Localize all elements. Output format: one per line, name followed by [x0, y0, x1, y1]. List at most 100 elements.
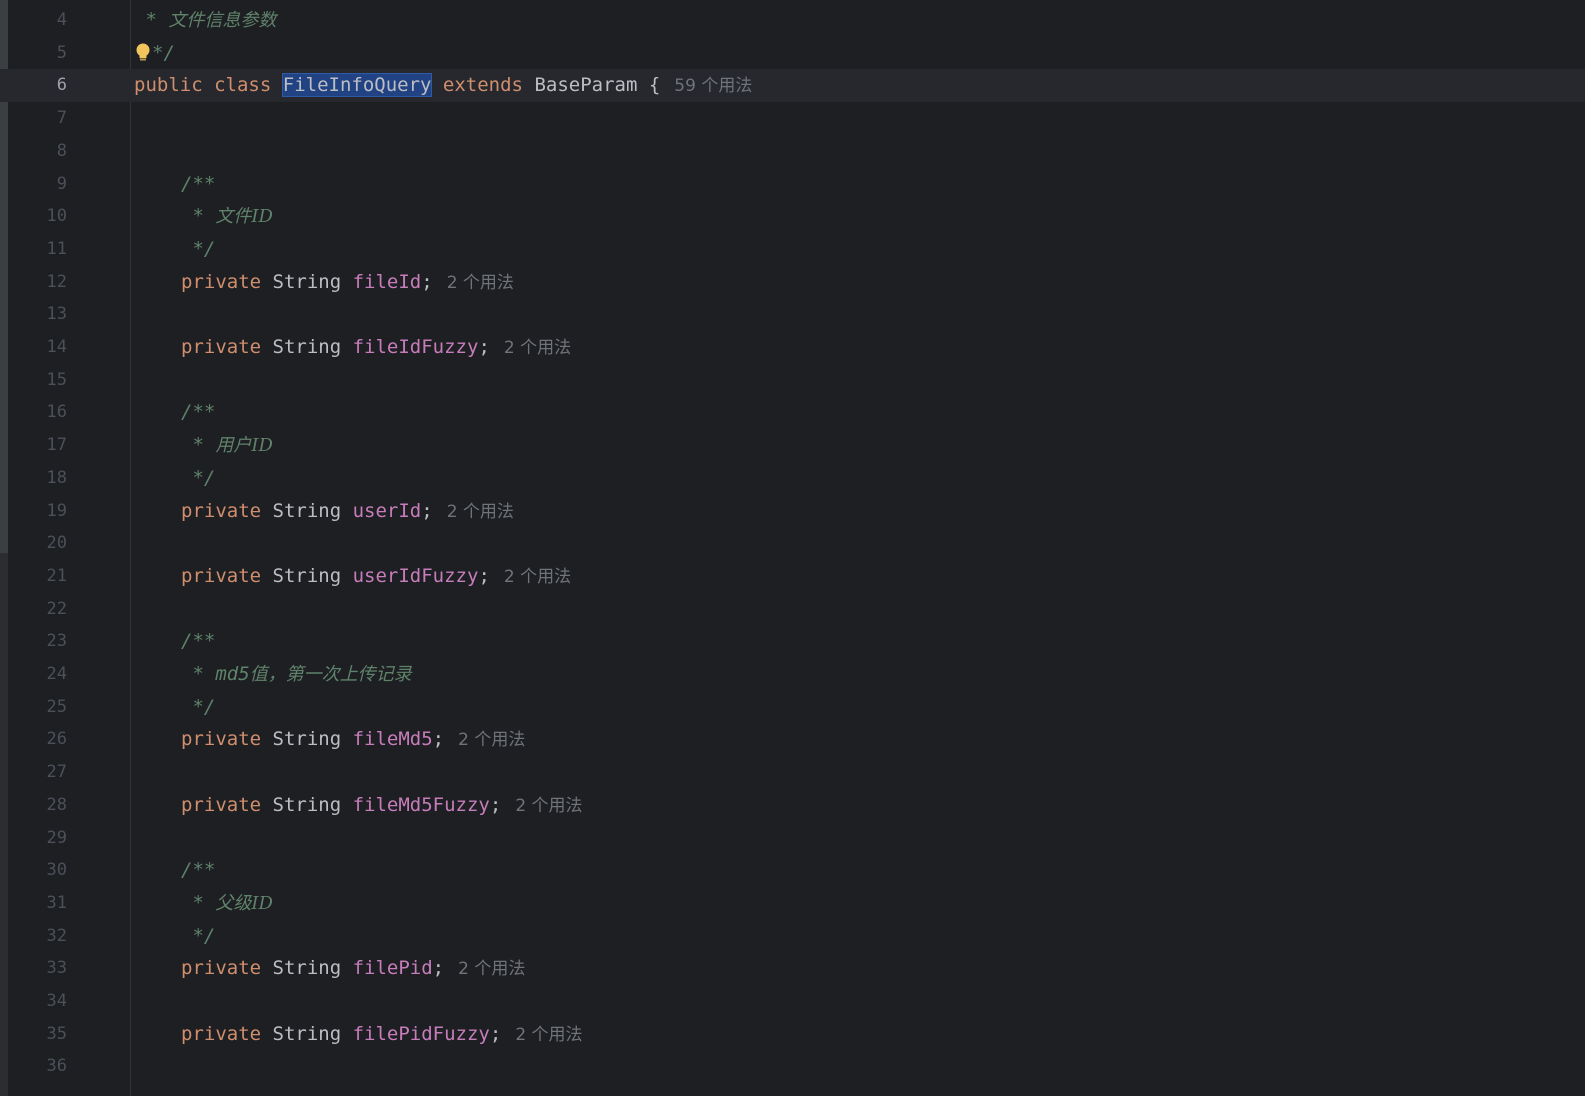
- comment-text[interactable]: *: [181, 205, 215, 227]
- usage-hint-link[interactable]: 2 个用法: [458, 959, 525, 979]
- code-line-4[interactable]: 4 * 文件信息参数: [0, 4, 1585, 37]
- code-line-14[interactable]: 14 private String fileIdFuzzy; 2 个用法: [0, 331, 1585, 364]
- code-line-24[interactable]: 24 * md5值，第一次上传记录: [0, 658, 1585, 691]
- code-line-36[interactable]: 36: [0, 1050, 1585, 1083]
- code-line-15[interactable]: 15: [0, 364, 1585, 397]
- field-name[interactable]: fileIdFuzzy: [353, 336, 479, 358]
- code-line-10[interactable]: 10 * 文件ID: [0, 200, 1585, 233]
- code-text[interactable]: */: [181, 691, 215, 724]
- code-token[interactable]: ;: [433, 957, 444, 979]
- code-token[interactable]: ;: [421, 500, 432, 522]
- keyword[interactable]: private: [181, 271, 261, 293]
- code-text[interactable]: */: [181, 233, 215, 266]
- line-number[interactable]: 22: [8, 593, 67, 626]
- comment-text[interactable]: * md5: [181, 663, 249, 685]
- code-line-27[interactable]: 27: [0, 756, 1585, 789]
- comment-text[interactable]: 父级ID: [215, 893, 273, 914]
- code-line-21[interactable]: 21 private String userIdFuzzy; 2 个用法: [0, 560, 1585, 593]
- code-text[interactable]: * 用户ID: [181, 429, 273, 462]
- line-number[interactable]: 20: [8, 527, 67, 560]
- code-token[interactable]: String: [261, 794, 353, 816]
- code-line-35[interactable]: 35 private String filePidFuzzy; 2 个用法: [0, 1018, 1585, 1051]
- code-token[interactable]: ;: [490, 794, 501, 816]
- code-token[interactable]: [271, 74, 282, 96]
- code-text[interactable]: private String userId; 2 个用法: [181, 495, 514, 529]
- comment-text[interactable]: /**: [181, 173, 215, 195]
- usage-hint-link[interactable]: 2 个用法: [515, 796, 582, 816]
- code-line-11[interactable]: 11 */: [0, 233, 1585, 266]
- line-number[interactable]: 29: [8, 822, 67, 855]
- code-line-34[interactable]: 34: [0, 985, 1585, 1018]
- code-token[interactable]: String: [261, 500, 353, 522]
- line-number[interactable]: 23: [8, 625, 67, 658]
- line-number[interactable]: 26: [8, 723, 67, 756]
- comment-text[interactable]: */: [152, 42, 175, 64]
- code-line-25[interactable]: 25 */: [0, 691, 1585, 724]
- keyword[interactable]: private: [181, 957, 261, 979]
- code-line-31[interactable]: 31 * 父级ID: [0, 887, 1585, 920]
- code-token[interactable]: ;: [478, 565, 489, 587]
- code-line-26[interactable]: 26 private String fileMd5; 2 个用法: [0, 723, 1585, 756]
- line-number[interactable]: 30: [8, 854, 67, 887]
- comment-text[interactable]: /**: [181, 859, 215, 881]
- code-editor[interactable]: 4 * 文件信息参数 5 */6 public class FileInfoQuery…: [0, 0, 1585, 1096]
- code-text[interactable]: /**: [181, 168, 215, 201]
- code-line-29[interactable]: 29: [0, 822, 1585, 855]
- code-text[interactable]: */: [181, 462, 215, 495]
- comment-text[interactable]: 用户ID: [215, 435, 273, 456]
- comment-text[interactable]: /**: [181, 401, 215, 423]
- keyword[interactable]: private: [181, 500, 261, 522]
- code-token[interactable]: ;: [421, 271, 432, 293]
- code-line-13[interactable]: 13: [0, 298, 1585, 331]
- code-token[interactable]: ;: [478, 336, 489, 358]
- usage-hint-link[interactable]: 2 个用法: [447, 502, 514, 522]
- line-number[interactable]: 27: [8, 756, 67, 789]
- code-text[interactable]: */: [181, 920, 215, 953]
- code-line-17[interactable]: 17 * 用户ID: [0, 429, 1585, 462]
- code-text[interactable]: * md5值，第一次上传记录: [181, 658, 411, 691]
- code-token[interactable]: String: [261, 1023, 353, 1045]
- line-number[interactable]: 21: [8, 560, 67, 593]
- line-number[interactable]: 25: [8, 691, 67, 724]
- field-name[interactable]: fileMd5: [353, 728, 433, 750]
- code-line-28[interactable]: 28 private String fileMd5Fuzzy; 2 个用法: [0, 789, 1585, 822]
- code-token[interactable]: String: [261, 728, 353, 750]
- line-number[interactable]: 5: [8, 37, 67, 70]
- line-number[interactable]: 34: [8, 985, 67, 1018]
- code-line-22[interactable]: 22: [0, 593, 1585, 626]
- line-number[interactable]: 36: [8, 1050, 67, 1083]
- line-number[interactable]: 7: [8, 102, 67, 135]
- comment-text[interactable]: */: [181, 238, 215, 260]
- line-number[interactable]: 16: [8, 396, 67, 429]
- code-token[interactable]: ;: [433, 728, 444, 750]
- field-name[interactable]: filePid: [353, 957, 433, 979]
- field-name[interactable]: fileMd5Fuzzy: [353, 794, 490, 816]
- line-number[interactable]: 24: [8, 658, 67, 691]
- line-number[interactable]: 35: [8, 1018, 67, 1051]
- code-text[interactable]: * 文件信息参数: [134, 4, 276, 37]
- keyword[interactable]: private: [181, 565, 261, 587]
- line-number[interactable]: 12: [8, 266, 67, 299]
- code-line-7[interactable]: 7: [0, 102, 1585, 135]
- code-line-8[interactable]: 8: [0, 135, 1585, 168]
- code-token[interactable]: String: [261, 336, 353, 358]
- code-line-9[interactable]: 9 /**: [0, 168, 1585, 201]
- comment-text[interactable]: 文件ID: [215, 206, 273, 227]
- keyword[interactable]: class: [214, 74, 271, 96]
- comment-text[interactable]: */: [181, 696, 215, 718]
- comment-text[interactable]: *: [134, 9, 168, 31]
- comment-text[interactable]: */: [181, 467, 215, 489]
- line-number[interactable]: 15: [8, 364, 67, 397]
- line-number[interactable]: 11: [8, 233, 67, 266]
- line-number[interactable]: 28: [8, 789, 67, 822]
- line-number[interactable]: 9: [8, 168, 67, 201]
- usage-hint-link[interactable]: 2 个用法: [458, 730, 525, 750]
- code-line-20[interactable]: 20: [0, 527, 1585, 560]
- field-name[interactable]: filePidFuzzy: [353, 1023, 490, 1045]
- code-text[interactable]: * 父级ID: [181, 887, 273, 920]
- comment-text[interactable]: */: [181, 925, 215, 947]
- keyword[interactable]: private: [181, 794, 261, 816]
- line-number[interactable]: 8: [8, 135, 67, 168]
- usage-hint-link[interactable]: 59 个用法: [674, 76, 752, 96]
- lightbulb-icon[interactable]: [134, 42, 152, 64]
